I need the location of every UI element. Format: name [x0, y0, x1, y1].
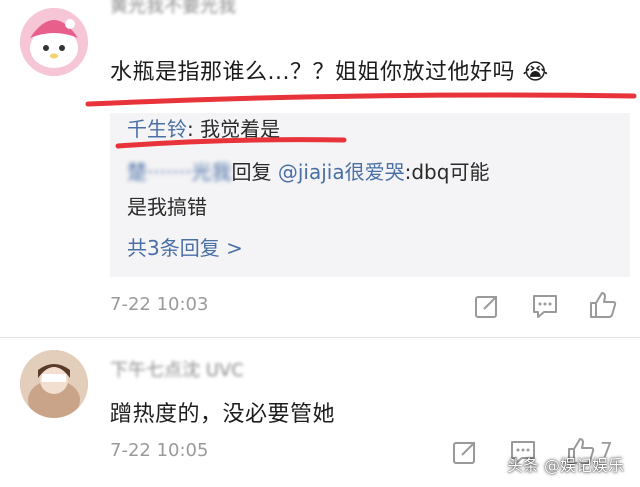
comment-text: 水瓶是指那谁么...？？姐姐你放过他好吗 😭 [110, 54, 549, 86]
reply-text: :dbq可能 [404, 160, 490, 184]
reply-text: 回复 [231, 160, 278, 184]
reply-item[interactable]: 楚·······光我回复 @jiajia很爱哭:dbq可能 [127, 156, 489, 185]
reply-author[interactable]: 楚·······光我 [127, 160, 232, 184]
avatar[interactable] [20, 8, 88, 76]
crying-emoji-icon: 😭 [522, 60, 549, 85]
watermark: 头条 @娱记娱乐 [506, 456, 624, 475]
reply-item[interactable]: 千生铃: 我觉着是 [127, 113, 280, 142]
forward-icon[interactable] [450, 437, 480, 467]
reply-author[interactable]: 千生铃 [127, 117, 187, 141]
comment-timestamp: 7-22 10:05 [110, 440, 209, 461]
reply-text-continued: 是我搞错 [127, 195, 207, 219]
comment-icon[interactable] [530, 291, 560, 321]
reply-mention[interactable]: @jiajia很爱哭 [278, 160, 405, 184]
comment-username[interactable]: 黄光我不要光我 [110, 0, 236, 18]
comment-text: 蹭热度的，没必要管她 [110, 402, 336, 427]
forward-icon[interactable] [472, 291, 502, 321]
profile-photo-icon [20, 350, 88, 418]
comment-timestamp: 7-22 10:03 [110, 294, 209, 315]
avatar[interactable] [20, 350, 88, 418]
reply-text: : 我觉着是 [187, 117, 281, 141]
comment-body: 水瓶是指那谁么...？？姐姐你放过他好吗 [110, 60, 515, 85]
more-replies-link[interactable]: 共3条回复 > [127, 232, 243, 261]
divider [0, 337, 640, 338]
melody-avatar-icon [20, 8, 88, 76]
comment-username[interactable]: 下午七点沈 UVC [110, 356, 244, 382]
thumbs-up-icon[interactable] [588, 290, 618, 320]
